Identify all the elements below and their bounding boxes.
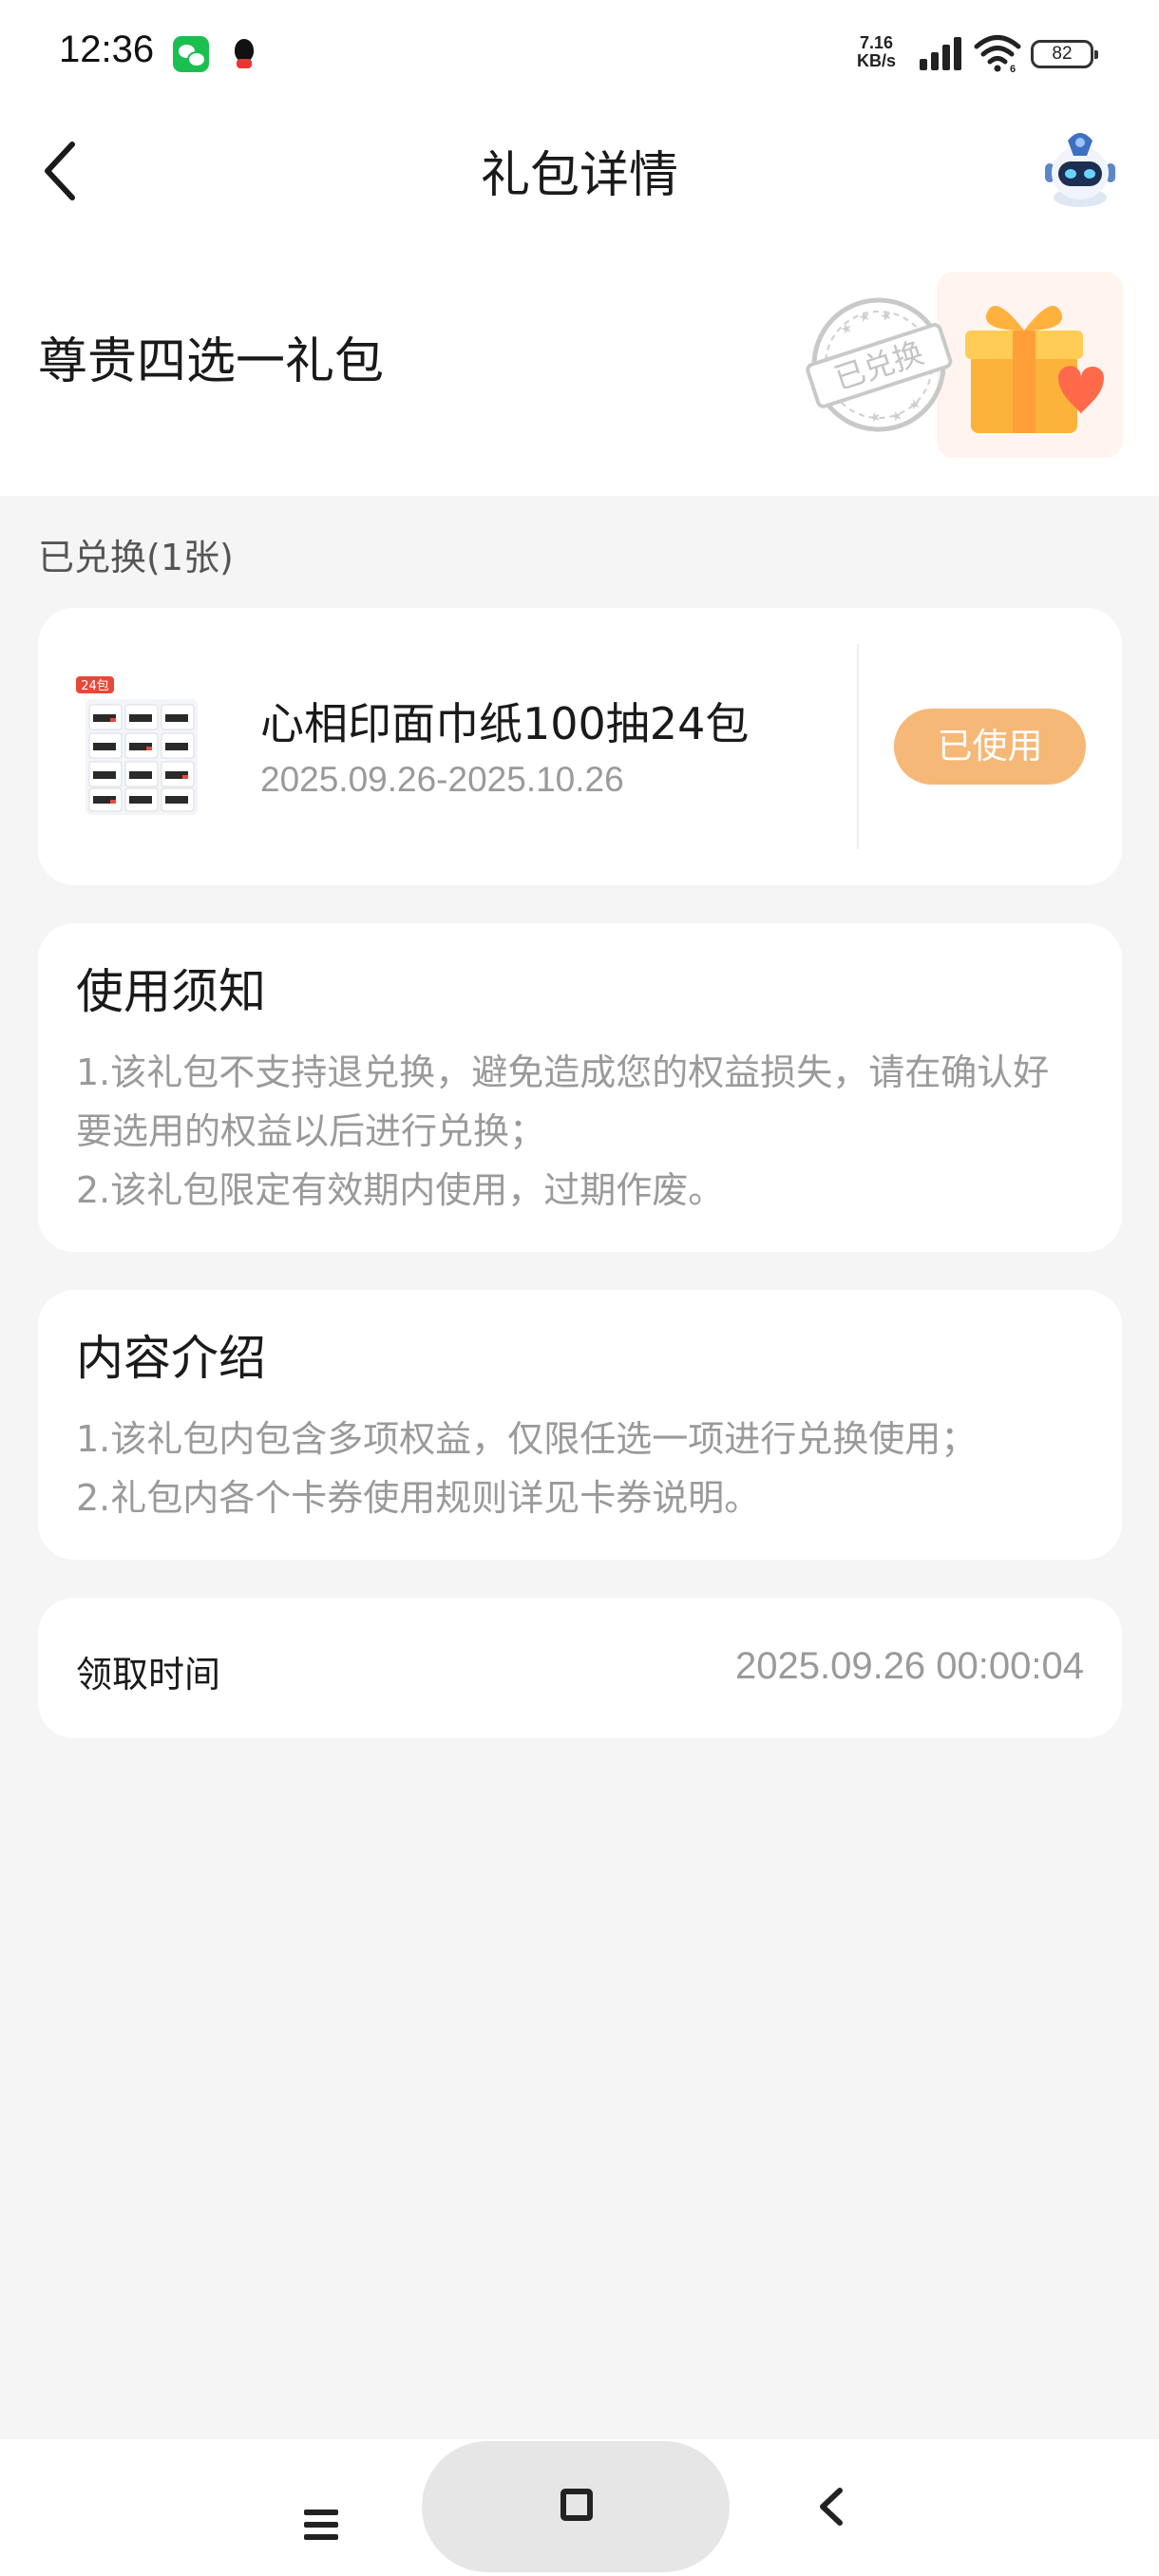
network-speed-value: 7.16 [859, 33, 894, 52]
qq-icon [226, 36, 262, 72]
gift-name: 尊贵四选一礼包 [38, 333, 385, 390]
coupon-date-range: 2025.09.26-2025.10.26 [260, 760, 624, 799]
wifi-icon: 6 [974, 35, 1021, 72]
content-intro-line: 1.该礼包内包含多项权益，仅限任选一项进行兑换使用； [76, 1418, 978, 1460]
tissue-product-image: 24包 [76, 676, 198, 815]
network-speed: 7.16 KB/s [857, 34, 896, 70]
coupon-title: 心相印面巾纸100抽24包 [260, 698, 750, 749]
home-icon[interactable] [560, 2489, 593, 2521]
usage-notice-line: 1.该礼包不支持退兑换，避免造成您的权益损失，请在确认好要选用的权益以后进行兑换… [76, 1051, 1050, 1152]
battery-indicator: 82 [1031, 40, 1098, 68]
coupon-badge: 24包 [81, 679, 109, 693]
used-status-button[interactable]: 已使用 [894, 709, 1086, 785]
signal-icon [920, 36, 963, 70]
receive-time-value: 2025.09.26 00:00:04 [734, 1645, 1084, 1687]
content-intro-line: 2.礼包内各个卡券使用规则详见卡券说明。 [76, 1477, 761, 1519]
gift-box-icon [937, 272, 1123, 458]
content-intro-card: 内容介绍 1.该礼包内包含多项权益，仅限任选一项进行兑换使用； 2.礼包内各个卡… [38, 1290, 1122, 1560]
usage-notice-text: 1.该礼包不支持退兑换，避免造成您的权益损失，请在确认好要选用的权益以后进行兑换… [76, 1043, 1083, 1220]
receive-time-card: 领取时间 2025.09.26 00:00:04 [38, 1598, 1122, 1738]
wifi-label: 6 [1010, 64, 1016, 72]
back-arrow-icon[interactable] [38, 133, 86, 209]
usage-notice-heading: 使用须知 [76, 964, 266, 1019]
network-speed-unit: KB/s [857, 51, 897, 70]
back-icon[interactable] [813, 2483, 847, 2530]
usage-notice-card: 使用须知 1.该礼包不支持退兑换，避免造成您的权益损失，请在确认好要选用的权益以… [38, 923, 1122, 1252]
status-bar: 12:36 7.16 KB/s 6 82 [0, 0, 1159, 104]
content-intro-heading: 内容介绍 [76, 1331, 266, 1386]
usage-notice-line: 2.该礼包限定有效期内使用，过期作废。 [76, 1169, 725, 1211]
receive-time-label: 领取时间 [76, 1654, 221, 1695]
status-time: 12:36 [59, 28, 155, 70]
page-title: 礼包详情 [480, 147, 678, 204]
redeemed-stamp: 已兑换 ★ ★ ★ ★ ★ ★ [806, 297, 953, 432]
menu-icon[interactable] [302, 2508, 340, 2546]
wechat-icon [173, 36, 209, 72]
robot-avatar-icon[interactable] [1039, 127, 1121, 211]
coupon-card[interactable]: 24包 心相印面巾纸100抽24包 2025.09.26-2025.10.26 … [38, 608, 1122, 885]
redeemed-count-label: 已兑换(1张) [38, 537, 234, 578]
content-intro-text: 1.该礼包内包含多项权益，仅限任选一项进行兑换使用； 2.礼包内各个卡券使用规则… [76, 1410, 1083, 1527]
coupon-divider [857, 644, 859, 849]
